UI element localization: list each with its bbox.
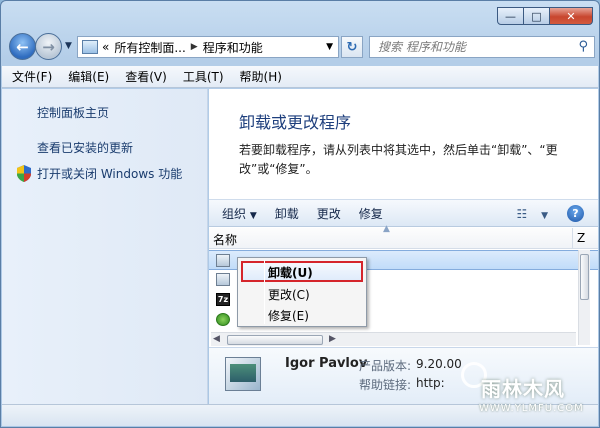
maximize-button[interactable]: □ (523, 7, 550, 25)
caption-buttons: — □ ✕ (497, 7, 593, 25)
chevron-down-icon: ▼ (541, 211, 548, 221)
menu-help[interactable]: 帮助(H) (240, 68, 282, 85)
forward-button[interactable]: → (35, 33, 62, 60)
details-view-icon: ☷ (516, 207, 528, 221)
search-input[interactable] (378, 40, 568, 54)
close-button[interactable]: ✕ (549, 7, 593, 25)
horizontal-scrollbar[interactable]: ◀ ▶ (211, 332, 576, 346)
repair-button[interactable]: 修复 (359, 205, 383, 222)
chevron-down-icon: ▼ (65, 41, 72, 51)
control-panel-icon (82, 40, 98, 54)
tasks-pane: 控制面板主页 查看已安装的更新 打开或关闭 Windows 功能 (2, 89, 208, 404)
help-link-label: 帮助链接: (359, 378, 412, 392)
link-control-panel-home[interactable]: 控制面板主页 (37, 104, 109, 121)
column-name-header[interactable]: 名称 (213, 233, 237, 247)
column-publisher-header[interactable]: Z (572, 228, 592, 249)
address-overflow[interactable]: « (102, 40, 109, 54)
program-large-icon (225, 357, 261, 391)
uac-shield-icon (17, 165, 31, 182)
watermark-url: WWW.YLMFU.COM (479, 403, 584, 414)
internet-explorer-icon (216, 313, 230, 326)
context-menu-repair[interactable]: 修复(E) (268, 307, 309, 324)
breadcrumb-control-panel[interactable]: 所有控制面... (114, 39, 185, 56)
breadcrumb-separator-icon[interactable]: ▶ (191, 42, 198, 52)
organize-label: 组织 (222, 206, 247, 221)
column-header: 名称 ▲ Z (209, 224, 598, 249)
watermark-text: 雨林木风 (481, 377, 565, 401)
view-options-button[interactable]: ☷ ▼ (516, 207, 548, 221)
vertical-scroll-thumb[interactable] (580, 254, 589, 300)
menu-tools[interactable]: 工具(T) (183, 68, 224, 85)
change-button[interactable]: 更改 (317, 205, 341, 222)
link-view-installed-updates[interactable]: 查看已安装的更新 (37, 139, 133, 156)
chevron-down-icon: ▼ (249, 210, 257, 221)
breadcrumb-programs-features[interactable]: 程序和功能 (203, 39, 263, 56)
publisher-name: Igor Pavlov (285, 356, 368, 371)
menu-edit[interactable]: 编辑(E) (68, 68, 109, 85)
context-menu-change[interactable]: 更改(C) (268, 286, 310, 303)
refresh-icon: ↻ (346, 39, 358, 55)
address-dropdown-icon[interactable]: ▼ (326, 42, 333, 52)
version-value: 9.20.00 (416, 357, 462, 371)
minimize-button[interactable]: — (497, 7, 524, 25)
arrow-left-icon: ← (16, 37, 29, 56)
back-button[interactable]: ← (9, 33, 36, 60)
sort-ascending-icon: ▲ (383, 224, 390, 234)
menu-icon-strip (264, 260, 265, 324)
vertical-scrollbar[interactable] (578, 250, 590, 345)
program-icon (216, 273, 230, 286)
arrow-right-icon: → (42, 37, 55, 56)
horizontal-scroll-thumb[interactable] (227, 335, 323, 345)
refresh-button[interactable]: ↻ (341, 36, 363, 58)
recent-pages-dropdown[interactable]: ▼ (65, 41, 72, 51)
menu-view[interactable]: 查看(V) (125, 68, 167, 85)
help-link-value[interactable]: http: (416, 376, 445, 390)
program-icon (216, 254, 230, 267)
context-menu: 卸载(U) 更改(C) 修复(E) (237, 257, 367, 327)
search-box: ⚲ (369, 36, 595, 58)
help-button[interactable]: ? (567, 205, 584, 222)
main-pane: 卸载或更改程序 若要卸载程序，请从列表中将其选中，然后单击“卸载”、“更改”或“… (209, 89, 598, 404)
context-menu-uninstall[interactable]: 卸载(U) (268, 264, 313, 281)
navigation-bar: ← → ▼ « 所有控制面... ▶ 程序和功能 ▼ ↻ ⚲ (9, 33, 595, 61)
scroll-right-icon[interactable]: ▶ (329, 334, 336, 344)
programs-features-window: — □ ✕ ← → ▼ « 所有控制面... ▶ 程序和功能 ▼ ↻ ⚲ 文件(… (0, 0, 600, 428)
command-bar: 组织 ▼ 卸载 更改 修复 ☷ ▼ ? (209, 199, 598, 227)
7zip-icon: 7z (216, 293, 230, 306)
link-windows-features[interactable]: 打开或关闭 Windows 功能 (37, 165, 182, 182)
version-label: 产品版本: (359, 359, 412, 373)
organize-button[interactable]: 组织 ▼ (222, 205, 257, 222)
menu-bar: 文件(F) 编辑(E) 查看(V) 工具(T) 帮助(H) (2, 66, 598, 88)
menu-file[interactable]: 文件(F) (12, 68, 52, 85)
address-bar[interactable]: « 所有控制面... ▶ 程序和功能 ▼ (77, 36, 339, 58)
page-title: 卸载或更改程序 (239, 113, 352, 132)
page-description: 若要卸载程序，请从列表中将其选中，然后单击“卸载”、“更改”或“修复”。 (239, 143, 558, 176)
uninstall-button[interactable]: 卸载 (275, 205, 299, 222)
scroll-left-icon[interactable]: ◀ (213, 334, 220, 344)
search-icon[interactable]: ⚲ (578, 39, 588, 54)
